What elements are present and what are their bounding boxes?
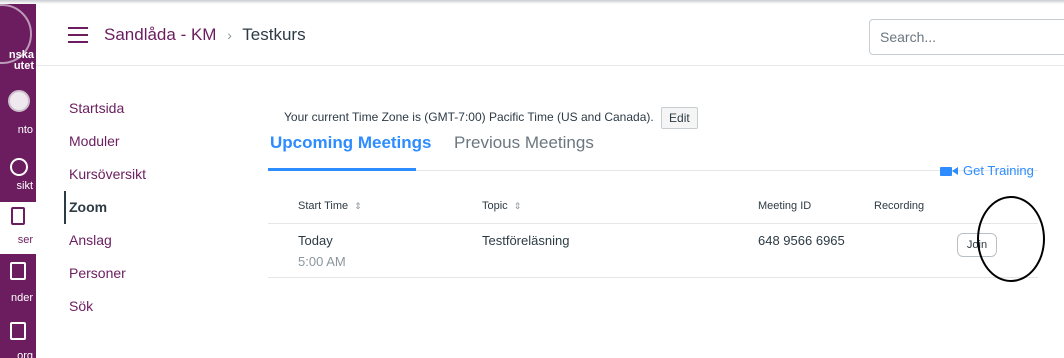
meeting-tabs: Upcoming Meetings Previous Meetings Get … — [268, 131, 1038, 178]
sort-icon: ⇕ — [354, 201, 362, 211]
timezone-info: Your current Time Zone is (GMT-7:00) Pac… — [284, 106, 698, 129]
join-meeting-button[interactable]: Join — [957, 233, 997, 257]
timezone-text: Your current Time Zone is (GMT-7:00) Pac… — [284, 110, 654, 124]
tab-previous-meetings[interactable]: Previous Meetings — [454, 131, 594, 155]
active-tab-indicator — [268, 168, 416, 171]
meeting-topic: Testföreläsning — [482, 233, 570, 248]
column-start-time-label: Start Time — [298, 200, 349, 212]
dashboard-icon[interactable] — [10, 158, 28, 176]
get-training-link[interactable]: Get Training — [940, 163, 1034, 178]
video-camera-icon — [940, 167, 958, 176]
sort-icon: ⇕ — [513, 201, 522, 211]
global-nav-courses-label: ser — [17, 234, 33, 246]
course-nav: Startsida Moduler Kursöversikt Zoom Ansl… — [64, 92, 214, 323]
meeting-id: 648 9566 6965 — [758, 233, 845, 248]
courses-icon — [11, 207, 25, 225]
course-nav-startsida[interactable]: Startsida — [64, 92, 214, 125]
global-nav-dashboard[interactable]: sikt — [0, 180, 36, 192]
account-icon[interactable] — [8, 90, 30, 112]
column-topic-label: Topic — [482, 200, 508, 212]
breadcrumb-course-link[interactable]: Sandlåda - KM — [104, 25, 216, 44]
column-recording: Recording — [874, 200, 925, 212]
table-row: Today 5:00 AM Testföreläsning 648 9566 6… — [268, 224, 1038, 278]
breadcrumb-separator-icon: › — [227, 27, 232, 43]
get-training-label: Get Training — [963, 163, 1034, 178]
course-nav-moduler[interactable]: Moduler — [64, 125, 214, 158]
column-topic[interactable]: Topic ⇕ — [482, 200, 521, 212]
breadcrumb: Sandlåda - KM › Testkurs — [104, 24, 306, 46]
meetings-table-header: Start Time ⇕ Topic ⇕ Meeting ID Recording — [268, 188, 1038, 224]
global-nav-inbox[interactable]: org — [0, 350, 36, 358]
global-nav-account[interactable]: nto — [0, 124, 36, 136]
breadcrumb-current: Testkurs — [242, 25, 306, 44]
inbox-icon[interactable] — [10, 322, 26, 340]
tab-upcoming-meetings[interactable]: Upcoming Meetings — [270, 131, 432, 155]
university-logo-text: nska utet — [8, 49, 34, 72]
calendar-icon[interactable] — [10, 262, 26, 280]
meeting-start-day: Today — [298, 233, 333, 248]
meeting-start-time: 5:00 AM — [298, 254, 346, 269]
global-nav-calendar[interactable]: nder — [0, 292, 36, 304]
course-header: Sandlåda - KM › Testkurs G — [36, 4, 1064, 66]
top-shadow — [0, 0, 1064, 4]
column-meeting-id: Meeting ID — [758, 200, 812, 212]
hamburger-menu-icon[interactable] — [68, 27, 88, 43]
course-nav-anslag[interactable]: Anslag — [64, 224, 214, 257]
course-nav-sok[interactable]: Sök — [64, 290, 214, 323]
course-nav-zoom[interactable]: Zoom — [64, 191, 214, 224]
global-nav: nska utet nto sikt ser nder org — [0, 0, 36, 358]
edit-timezone-button[interactable]: Edit — [661, 106, 698, 129]
course-nav-kursoversikt[interactable]: Kursöversikt — [64, 158, 214, 191]
course-nav-personer[interactable]: Personer — [64, 257, 214, 290]
search-input[interactable] — [869, 19, 1064, 55]
column-start-time[interactable]: Start Time ⇕ — [298, 200, 362, 212]
